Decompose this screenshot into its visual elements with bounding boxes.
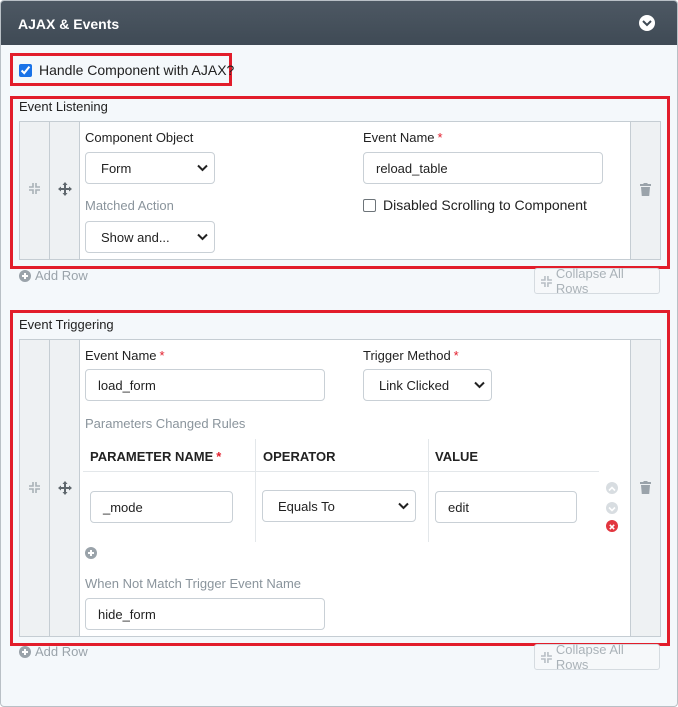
handle-ajax-option[interactable]: Handle Component with AJAX? (19, 62, 234, 78)
matched-action-value: Show and... (101, 230, 170, 245)
operator-select[interactable]: Equals To (262, 490, 416, 522)
move-icon[interactable] (58, 481, 72, 495)
ajax-events-panel: AJAX & Events Handle Component with AJAX… (0, 0, 678, 707)
trigger-event-name-label: Event Name * (85, 348, 165, 363)
required-marker: * (453, 348, 459, 363)
collapse-all-rows-button-listening[interactable]: Collapse All Rows (534, 266, 660, 296)
trash-icon[interactable] (640, 481, 651, 494)
plus-circle-icon (19, 269, 31, 282)
chevron-down-icon (398, 502, 409, 510)
plus-circle-icon (19, 645, 31, 658)
disable-scrolling-label[interactable]: Disabled Scrolling to Component (383, 197, 587, 213)
chevron-down-icon (197, 164, 208, 172)
drag-gutter (50, 340, 80, 636)
component-object-value: Form (101, 161, 132, 176)
event-listening-title: Event Listening (19, 99, 108, 114)
panel-header: AJAX & Events (1, 1, 677, 45)
parameters-changed-rules-label: Parameters Changed Rules (85, 416, 246, 431)
trigger-event-name-label-text: Event Name (85, 348, 157, 363)
matched-action-label: Matched Action (85, 198, 174, 213)
plus-circle-icon (85, 547, 97, 559)
drag-gutter (50, 122, 80, 259)
add-row-button-triggering[interactable]: Add Row (19, 644, 88, 659)
trigger-method-select[interactable]: Link Clicked (363, 369, 492, 401)
column-header-value: VALUE (435, 449, 479, 464)
trigger-method-label: Trigger Method * (363, 348, 459, 363)
remove-row-icon[interactable] (606, 520, 618, 532)
trigger-method-value: Link Clicked (379, 378, 450, 393)
handle-ajax-label[interactable]: Handle Component with AJAX? (39, 62, 234, 78)
add-parameter-button[interactable] (85, 547, 101, 559)
chevron-down-icon (474, 381, 485, 389)
required-marker: * (159, 348, 165, 363)
compress-icon (540, 651, 552, 663)
trigger-event-name-input[interactable]: load_form (85, 369, 325, 401)
chevron-down-icon[interactable] (639, 15, 655, 31)
not-match-label: When Not Match Trigger Event Name (85, 576, 302, 591)
column-header-operator: OPERATOR (263, 449, 336, 464)
row-gutter (20, 122, 50, 259)
operator-value: Equals To (278, 499, 335, 514)
column-divider (428, 439, 429, 542)
add-row-label: Add Row (35, 644, 88, 659)
event-name-label-text: Event Name (363, 130, 435, 145)
handle-ajax-checkbox[interactable] (19, 63, 32, 77)
required-marker: * (437, 130, 443, 145)
trash-icon[interactable] (640, 183, 651, 196)
collapse-all-label: Collapse All Rows (555, 266, 624, 296)
event-triggering-title: Event Triggering (19, 317, 114, 332)
table-header-divider (83, 471, 599, 472)
row-gutter (20, 340, 50, 636)
event-name-input[interactable]: reload_table (363, 152, 603, 184)
disable-scrolling-option[interactable]: Disabled Scrolling to Component (363, 197, 587, 213)
chevron-down-icon (197, 233, 208, 241)
value-input[interactable]: edit (435, 491, 577, 523)
column-divider (255, 439, 256, 542)
component-object-label: Component Object (85, 130, 194, 145)
parameter-name-header-text: PARAMETER NAME (90, 449, 214, 464)
compress-icon (540, 275, 552, 287)
add-row-button-listening[interactable]: Add Row (19, 268, 88, 283)
disable-scrolling-checkbox[interactable] (363, 198, 376, 212)
not-match-event-input[interactable]: hide_form (85, 598, 325, 630)
required-marker: * (216, 449, 222, 464)
collapse-all-rows-button-triggering[interactable]: Collapse All Rows (534, 642, 660, 672)
delete-gutter (630, 122, 660, 259)
component-object-select[interactable]: Form (85, 152, 215, 184)
parameter-name-input[interactable]: _mode (90, 491, 233, 523)
collapse-row-icon[interactable] (28, 182, 41, 195)
collapse-all-label: Collapse All Rows (555, 642, 624, 672)
matched-action-select[interactable]: Show and... (85, 221, 215, 253)
move-down-icon[interactable] (606, 502, 618, 514)
event-name-label: Event Name * (363, 130, 443, 145)
trigger-method-label-text: Trigger Method (363, 348, 451, 363)
column-header-parameter-name: PARAMETER NAME * (90, 449, 221, 464)
add-row-label: Add Row (35, 268, 88, 283)
panel-title: AJAX & Events (18, 16, 120, 32)
move-icon[interactable] (58, 182, 72, 196)
collapse-row-icon[interactable] (28, 481, 41, 494)
delete-gutter (630, 340, 660, 636)
move-up-icon[interactable] (606, 482, 618, 494)
